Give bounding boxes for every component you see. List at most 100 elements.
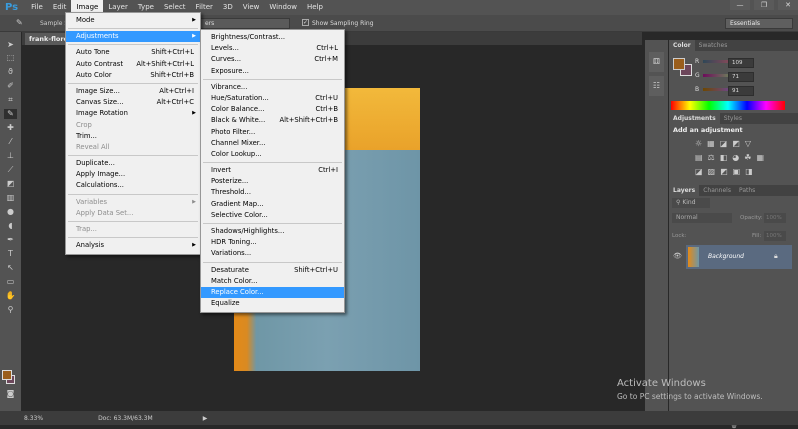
tab-layers[interactable]: Layers bbox=[669, 185, 700, 196]
menu-item-reveal-all[interactable]: Reveal All bbox=[66, 142, 200, 153]
opacity-field[interactable]: 100% bbox=[764, 213, 786, 223]
menu-item-image-size[interactable]: Image Size... Alt+Ctrl+I bbox=[66, 86, 200, 97]
sample-layers-select[interactable]: ers bbox=[200, 18, 290, 29]
menu-view[interactable]: View bbox=[238, 0, 265, 15]
hand-tool-icon[interactable]: ✋ bbox=[4, 291, 17, 301]
zoom-tool-icon[interactable]: ⚲ bbox=[4, 305, 17, 315]
layer-filter-select[interactable]: ⚲ Kind bbox=[672, 198, 710, 208]
crop-tool-icon[interactable]: ⌗ bbox=[4, 95, 17, 105]
dodge-tool-icon[interactable]: ◖ bbox=[4, 221, 17, 231]
submenu-item-curves[interactable]: Curves... Ctrl+M bbox=[201, 54, 344, 65]
menu-item-adjustments[interactable]: Adjustments ▶ bbox=[66, 31, 200, 43]
path-selection-tool-icon[interactable]: ↖ bbox=[4, 263, 17, 273]
submenu-item-invert[interactable]: Invert Ctrl+I bbox=[201, 165, 344, 176]
healing-brush-tool-icon[interactable]: ✚ bbox=[4, 123, 17, 133]
blend-mode-select[interactable]: Normal bbox=[672, 213, 732, 223]
submenu-item-equalize[interactable]: Equalize bbox=[201, 298, 344, 309]
close-button[interactable]: ✕ bbox=[778, 0, 798, 10]
show-sampling-ring-checkbox[interactable]: ✓ bbox=[302, 19, 309, 26]
adjustment-icons[interactable]: ☼▦◪◩▽ ▤⚖◧◕☘▦ ◪▨◩▣◨ bbox=[695, 137, 775, 179]
tab-adjustments[interactable]: Adjustments bbox=[669, 113, 720, 124]
menu-item-auto-contrast[interactable]: Auto Contrast Alt+Shift+Ctrl+L bbox=[66, 59, 200, 70]
menu-item-image-rotation[interactable]: Image Rotation ▶ bbox=[66, 108, 200, 119]
submenu-item-posterize[interactable]: Posterize... bbox=[201, 176, 344, 187]
restore-button[interactable]: ❐ bbox=[754, 0, 774, 10]
document-tab[interactable]: frank-flores bbox=[25, 33, 70, 45]
fill-field[interactable]: 100% bbox=[764, 231, 786, 241]
submenu-item-shadows-highlights[interactable]: Shadows/Highlights... bbox=[201, 226, 344, 237]
color-spectrum-ramp[interactable] bbox=[671, 101, 785, 110]
history-panel-icon[interactable]: ⚅ bbox=[649, 52, 664, 72]
menu-item-mode[interactable]: Mode ▶ bbox=[66, 15, 200, 26]
eyedropper-tool-icon[interactable]: ✎ bbox=[4, 109, 17, 119]
submenu-item-variations[interactable]: Variations... bbox=[201, 248, 344, 259]
menu-item-auto-color[interactable]: Auto Color Shift+Ctrl+B bbox=[66, 70, 200, 81]
lasso-tool-icon[interactable]: ϑ bbox=[4, 67, 17, 77]
menu-item-auto-tone[interactable]: Auto Tone Shift+Ctrl+L bbox=[66, 47, 200, 58]
submenu-item-hdr-toning[interactable]: HDR Toning... bbox=[201, 237, 344, 248]
gradient-tool-icon[interactable]: ▥ bbox=[4, 193, 17, 203]
submenu-item-desaturate[interactable]: Desaturate Shift+Ctrl+U bbox=[201, 265, 344, 276]
menu-item-trap[interactable]: Trap... bbox=[66, 224, 200, 235]
visibility-eye-icon[interactable]: 👁︎ bbox=[673, 252, 682, 260]
brush-tool-icon[interactable]: ⁄ bbox=[4, 137, 17, 147]
menu-3d[interactable]: 3D bbox=[218, 0, 238, 15]
submenu-item-vibrance[interactable]: Vibrance... bbox=[201, 82, 344, 93]
r-value[interactable]: 109 bbox=[728, 58, 754, 68]
menu-item-trim[interactable]: Trim... bbox=[66, 131, 200, 142]
g-value[interactable]: 71 bbox=[728, 72, 754, 82]
menu-item-variables[interactable]: Variables ▶ bbox=[66, 197, 200, 208]
tab-swatches[interactable]: Swatches bbox=[695, 40, 732, 51]
shape-tool-icon[interactable]: ▭ bbox=[4, 277, 17, 287]
submenu-item-gradient-map[interactable]: Gradient Map... bbox=[201, 199, 344, 210]
menu-help[interactable]: Help bbox=[302, 0, 328, 15]
blur-tool-icon[interactable]: ● bbox=[4, 207, 17, 217]
menu-window[interactable]: Window bbox=[264, 0, 302, 15]
submenu-item-color-balance[interactable]: Color Balance... Ctrl+B bbox=[201, 104, 344, 115]
submenu-item-color-lookup[interactable]: Color Lookup... bbox=[201, 149, 344, 160]
eyedropper-icon[interactable]: ✎ bbox=[16, 18, 23, 27]
menu-item-crop[interactable]: Crop bbox=[66, 120, 200, 131]
submenu-item-brightness-contrast[interactable]: Brightness/Contrast... bbox=[201, 32, 344, 43]
stamp-tool-icon[interactable]: ⊥ bbox=[4, 151, 17, 161]
menu-file[interactable]: File bbox=[26, 0, 48, 15]
type-tool-icon[interactable]: T bbox=[4, 249, 17, 259]
workspace-select[interactable]: Essentials bbox=[725, 18, 793, 29]
zoom-level[interactable]: 8.33% bbox=[24, 415, 43, 422]
tab-styles[interactable]: Styles bbox=[720, 113, 746, 124]
submenu-item-selective-color[interactable]: Selective Color... bbox=[201, 210, 344, 221]
move-tool-icon[interactable]: ➤ bbox=[4, 40, 17, 50]
submenu-item-exposure[interactable]: Exposure... bbox=[201, 66, 344, 77]
menu-item-canvas-size[interactable]: Canvas Size... Alt+Ctrl+C bbox=[66, 97, 200, 108]
submenu-item-photo-filter[interactable]: Photo Filter... bbox=[201, 127, 344, 138]
menu-item-calculations[interactable]: Calculations... bbox=[66, 180, 200, 191]
b-value[interactable]: 91 bbox=[728, 86, 754, 96]
status-menu-arrow-icon[interactable]: ▶ bbox=[203, 415, 208, 422]
layer-row-background[interactable]: Background 🔒︎ bbox=[686, 245, 792, 269]
menu-item-label: Equalize bbox=[211, 299, 240, 308]
menu-item-apply-data-set[interactable]: Apply Data Set... bbox=[66, 208, 200, 219]
minimize-button[interactable]: — bbox=[730, 0, 750, 10]
submenu-item-black-white[interactable]: Black & White... Alt+Shift+Ctrl+B bbox=[201, 115, 344, 126]
quick-selection-tool-icon[interactable]: ✐ bbox=[4, 81, 17, 91]
menu-item-analysis[interactable]: Analysis ▶ bbox=[66, 240, 200, 251]
menu-item-apply-image[interactable]: Apply Image... bbox=[66, 169, 200, 180]
submenu-item-threshold[interactable]: Threshold... bbox=[201, 187, 344, 198]
tab-color[interactable]: Color bbox=[669, 40, 695, 51]
color-panel-foreground-swatch[interactable] bbox=[673, 58, 685, 70]
marquee-tool-icon[interactable]: ⬚ bbox=[4, 53, 17, 63]
submenu-item-channel-mixer[interactable]: Channel Mixer... bbox=[201, 138, 344, 149]
properties-panel-icon[interactable]: ☷ bbox=[649, 76, 664, 96]
quick-mask-icon[interactable]: ◙ bbox=[4, 389, 17, 399]
tab-channels[interactable]: Channels bbox=[699, 185, 735, 196]
menu-item-duplicate[interactable]: Duplicate... bbox=[66, 158, 200, 169]
pen-tool-icon[interactable]: ✒ bbox=[4, 235, 17, 245]
submenu-item-match-color[interactable]: Match Color... bbox=[201, 276, 344, 287]
foreground-color-swatch[interactable] bbox=[2, 370, 12, 380]
submenu-item-replace-color[interactable]: Replace Color... bbox=[201, 286, 344, 299]
submenu-item-levels[interactable]: Levels... Ctrl+L bbox=[201, 43, 344, 54]
tab-paths[interactable]: Paths bbox=[735, 185, 759, 196]
eraser-tool-icon[interactable]: ◩ bbox=[4, 179, 17, 189]
submenu-item-hue-saturation[interactable]: Hue/Saturation... Ctrl+U bbox=[201, 93, 344, 104]
history-brush-tool-icon[interactable]: ⟋ bbox=[4, 165, 17, 175]
